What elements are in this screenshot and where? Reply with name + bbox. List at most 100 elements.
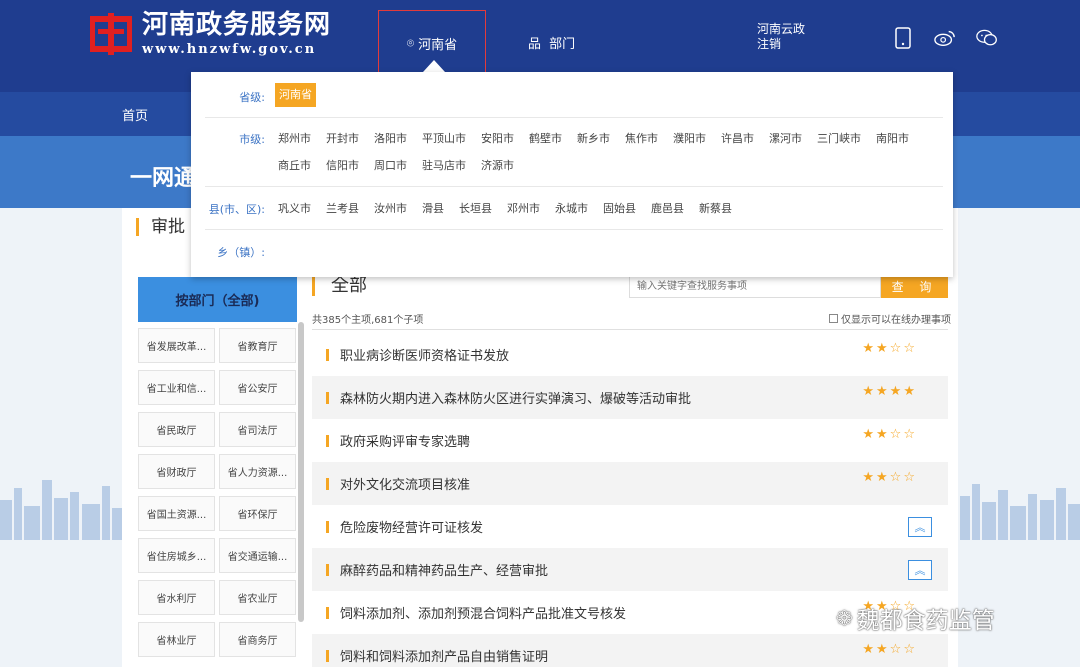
department-tab[interactable]: 品 部门 (528, 33, 575, 52)
service-name[interactable]: 麻醉药品和精神药品生产、经营审批 (340, 560, 548, 579)
county-option[interactable]: 滑县 (422, 195, 444, 222)
county-option[interactable]: 新蔡县 (699, 195, 732, 222)
county-option[interactable]: 兰考县 (326, 195, 359, 222)
department-tab-label: 部门 (549, 37, 576, 52)
online-only-filter[interactable]: 仅显示可以在线办理事项 (829, 311, 951, 326)
department-item[interactable]: 省教育厅 (219, 328, 296, 363)
section-title: 审批 (136, 218, 185, 236)
department-item[interactable]: 省国土资源... (138, 496, 215, 531)
city-option[interactable]: 三门峡市 (817, 125, 861, 152)
site-title: 河南政务服务网 (142, 10, 332, 40)
service-search-input[interactable] (629, 274, 881, 298)
service-row[interactable]: 对外文化交流项目核准 ★★☆☆ (312, 462, 948, 505)
department-item[interactable]: 省司法厅 (219, 412, 296, 447)
service-row[interactable]: 政府采购评审专家选聘 ★★☆☆ (312, 419, 948, 462)
department-item[interactable]: 省环保厅 (219, 496, 296, 531)
county-option[interactable]: 巩义市 (278, 195, 311, 222)
by-department-header[interactable]: 按部门（全部) (138, 277, 297, 322)
city-option[interactable]: 焦作市 (625, 125, 658, 152)
service-row[interactable]: 危险废物经营许可证核发 ︽ (312, 505, 948, 548)
logo-emblem-icon (89, 12, 133, 55)
divider (205, 117, 943, 118)
service-row[interactable]: 麻醉药品和精神药品生产、经营审批 ︽ (312, 548, 948, 591)
city-option[interactable]: 濮阳市 (673, 125, 706, 152)
province-label: 省级: (239, 91, 265, 104)
service-name[interactable]: 饲料添加剂、添加剂预混合饲料产品批准文号核发 (340, 603, 626, 622)
row-marker (326, 606, 329, 619)
wechat-icon: ❁ (836, 606, 853, 630)
city-option[interactable]: 鹤壁市 (529, 125, 562, 152)
rating-stars: ★★☆☆ (862, 341, 917, 356)
city-option[interactable]: 许昌市 (721, 125, 754, 152)
department-item[interactable]: 省林业厅 (138, 622, 215, 657)
divider (205, 229, 943, 230)
service-row[interactable]: 职业病诊断医师资格证书发放 ★★☆☆ (312, 333, 948, 376)
department-item[interactable]: 省公安厅 (219, 370, 296, 405)
city-option[interactable]: 平顶山市 (422, 125, 466, 152)
city-option[interactable]: 商丘市 (278, 152, 311, 179)
row-marker (326, 563, 329, 576)
department-item[interactable]: 省交通运输... (219, 538, 296, 573)
department-item[interactable]: 省人力资源... (219, 454, 296, 489)
service-name[interactable]: 危险废物经营许可证核发 (340, 517, 483, 536)
department-item[interactable]: 省发展改革... (138, 328, 215, 363)
city-option[interactable]: 信阳市 (326, 152, 359, 179)
service-name[interactable]: 对外文化交流项目核准 (340, 474, 470, 493)
county-option[interactable]: 汝州市 (374, 195, 407, 222)
rating-stars: ★★☆☆ (862, 642, 917, 657)
county-label: 县(市、区): (208, 203, 265, 216)
row-marker (326, 649, 329, 662)
county-options: 巩义市 兰考县 汝州市 滑县 长垣县 邓州市 永城市 固始县 鹿邑县 新蔡县 (278, 195, 948, 222)
county-option[interactable]: 长垣县 (459, 195, 492, 222)
city-option[interactable]: 漯河市 (769, 125, 802, 152)
city-option[interactable]: 新乡市 (577, 125, 610, 152)
weibo-icon[interactable] (934, 26, 956, 50)
city-option[interactable]: 驻马店市 (422, 152, 466, 179)
service-name[interactable]: 政府采购评审专家选聘 (340, 431, 470, 450)
sidebar-scrollbar[interactable] (298, 322, 304, 622)
department-item[interactable]: 省民政厅 (138, 412, 215, 447)
county-option[interactable]: 邓州市 (507, 195, 540, 222)
divider (312, 329, 948, 330)
city-option[interactable]: 安阳市 (481, 125, 514, 152)
department-item[interactable]: 省工业和信... (138, 370, 215, 405)
site-logo[interactable]: 河南政务服务网 www.hnzwfw.gov.cn (89, 10, 332, 57)
department-item[interactable]: 省农业厅 (219, 580, 296, 615)
department-item[interactable]: 省商务厅 (219, 622, 296, 657)
row-marker (326, 348, 329, 361)
row-marker (326, 520, 329, 533)
department-item[interactable]: 省水利厅 (138, 580, 215, 615)
city-option[interactable]: 洛阳市 (374, 125, 407, 152)
row-marker (326, 477, 329, 490)
service-row[interactable]: 饲料和饲料添加剂产品自由销售证明 ★★☆☆ (312, 634, 948, 667)
nav-home[interactable]: 首页 (122, 105, 148, 124)
service-name[interactable]: 职业病诊断医师资格证书发放 (340, 345, 509, 364)
department-item[interactable]: 省财政厅 (138, 454, 215, 489)
city-option[interactable]: 南阳市 (876, 125, 909, 152)
county-option[interactable]: 鹿邑县 (651, 195, 684, 222)
dropdown-caret (423, 60, 445, 72)
cloud-link[interactable]: 河南云政 (757, 22, 805, 37)
city-option[interactable]: 周口市 (374, 152, 407, 179)
wechat-icon[interactable] (976, 26, 998, 50)
online-only-label: 仅显示可以在线办理事项 (841, 315, 951, 326)
county-option[interactable]: 永城市 (555, 195, 588, 222)
logout-link[interactable]: 注销 (757, 37, 805, 52)
online-only-checkbox[interactable] (829, 314, 838, 323)
city-option[interactable]: 郑州市 (278, 125, 311, 152)
service-name[interactable]: 森林防火期内进入森林防火区进行实弹演习、爆破等活动审批 (340, 388, 691, 407)
department-item[interactable]: 省住房城乡... (138, 538, 215, 573)
mobile-icon[interactable] (892, 26, 914, 50)
city-option[interactable]: 济源市 (481, 152, 514, 179)
search-button[interactable]: 查 询 (881, 274, 948, 298)
service-name[interactable]: 饲料和饲料添加剂产品自由销售证明 (340, 646, 548, 665)
county-option[interactable]: 固始县 (603, 195, 636, 222)
collapse-up-icon[interactable]: ︽ (908, 560, 932, 580)
province-option-selected[interactable]: 河南省 (275, 83, 316, 107)
city-label: 市级: (239, 133, 265, 146)
result-summary: 共385个主项,681个子项 (312, 315, 424, 326)
city-option[interactable]: 开封市 (326, 125, 359, 152)
service-row[interactable]: 森林防火期内进入森林防火区进行实弹演习、爆破等活动审批 ★★★★ (312, 376, 948, 419)
location-pin-icon: ⌾ (406, 36, 415, 50)
collapse-up-icon[interactable]: ︽ (908, 517, 932, 537)
